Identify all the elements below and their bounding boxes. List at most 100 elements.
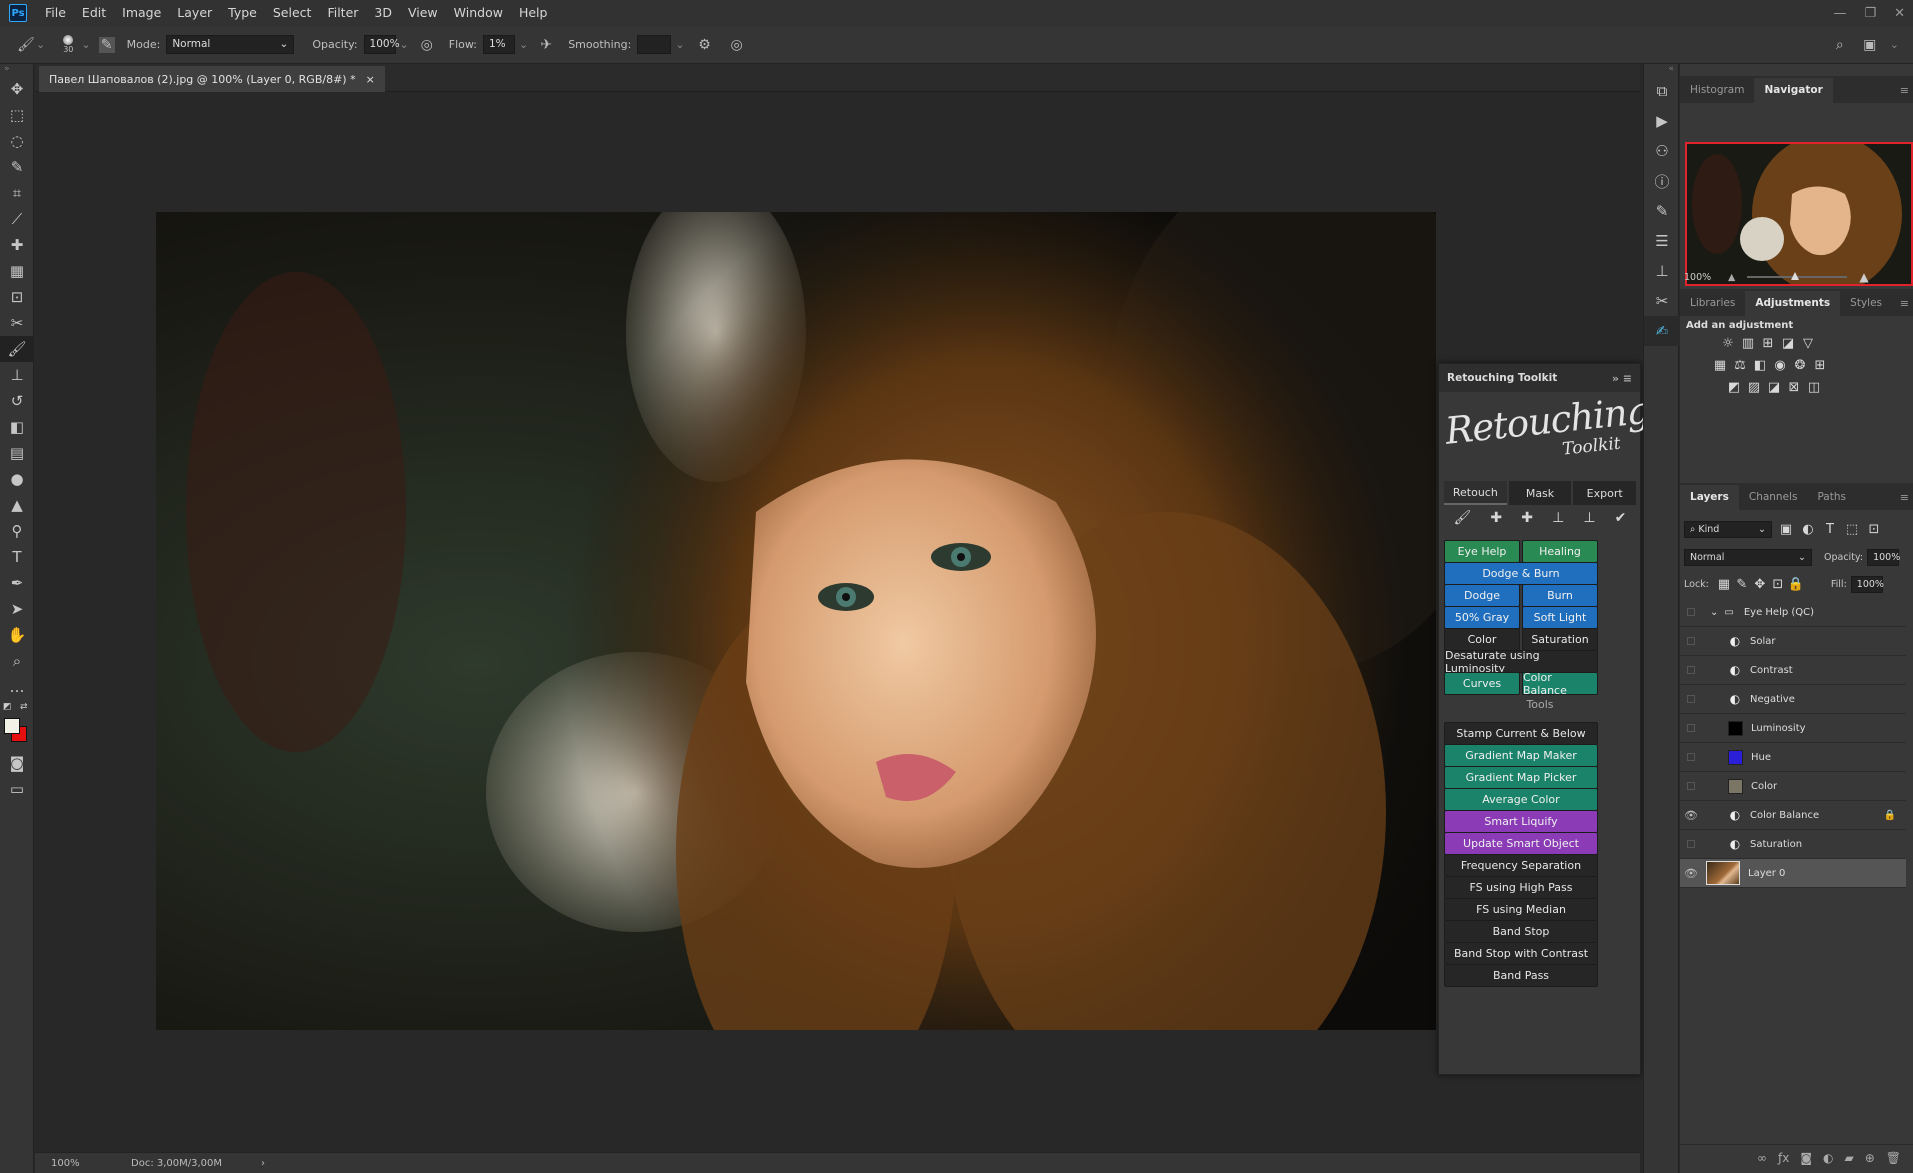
panel-menu-icon[interactable]: ≡ [1900,491,1909,504]
blend-mode-select[interactable]: Normal ⌄ [1684,548,1812,566]
smoothing-field[interactable] [637,35,672,54]
zoom-in-icon[interactable]: ▲ [1859,270,1868,284]
layer-row[interactable]: ◐ Contrast [1680,656,1906,685]
tab-paths[interactable]: Paths [1807,485,1856,510]
chevron-down-icon[interactable]: ⌄ [36,38,45,51]
path-selection-tool-icon[interactable]: ➤ [0,596,34,622]
opacity-field[interactable]: 100% [363,35,400,54]
move-tool-icon[interactable]: ✥ [0,76,34,102]
menu-layer[interactable]: Layer [169,0,220,26]
menu-image[interactable]: Image [114,0,169,26]
brush-icon[interactable]: 🖌 [1454,510,1472,532]
tool-presets-icon[interactable]: ✂ [1644,286,1680,316]
brush-settings-icon[interactable]: ☰ [1644,226,1680,256]
lock-pixels-icon[interactable]: ✎ [1733,575,1751,593]
gray50-button[interactable]: 50% Gray [1444,606,1520,629]
menu-help[interactable]: Help [511,0,556,26]
tool-band-stop-button[interactable]: Band Stop [1444,920,1598,943]
lock-all-icon[interactable]: 🔒 [1787,575,1805,593]
eye-icon[interactable]: 👁 [1680,809,1702,822]
close-window-icon[interactable]: ✕ [1894,6,1905,21]
collapse-arrows-icon[interactable]: » [0,64,33,76]
tab-styles[interactable]: Styles [1840,291,1892,316]
healing-brush-tool-icon[interactable]: ✚ [0,232,34,258]
lock-artboard-icon[interactable]: ⊡ [1769,575,1787,593]
pressure-opacity-icon[interactable]: ◎ [417,35,437,55]
clone-stamp-tool-icon[interactable]: ⊥ [0,362,34,388]
healing-icon[interactable]: ✚ [1490,510,1502,532]
tool-band-stop-with-contrast-button[interactable]: Band Stop with Contrast [1444,942,1598,965]
fill-field[interactable]: 100% [1850,575,1884,593]
history-icon[interactable]: ⧉ [1644,76,1680,106]
retouching-toolkit-icon[interactable]: ✍ [1644,316,1680,346]
navigator-zoom-slider[interactable] [1747,272,1848,280]
eye-icon[interactable]: 👁 [1680,867,1702,880]
content-aware-tool-icon[interactable]: ⊡ [0,284,34,310]
chevron-down-icon[interactable]: ⌄ [675,38,684,51]
visibility-toggle[interactable] [1680,664,1702,677]
checkmark-brush-icon[interactable]: ✔ [1615,510,1627,532]
dodge-button[interactable]: Dodge [1444,584,1520,607]
eyedropper-tool-icon[interactable]: ⟋ [0,206,34,232]
vibrance-icon[interactable]: ▽ [1798,334,1818,352]
color-balance-button[interactable]: Color Balance [1522,671,1598,697]
tab-histogram[interactable]: Histogram [1680,78,1754,103]
default-colors-icon[interactable]: ◩ [3,702,12,712]
info-icon[interactable]: ⓘ [1644,166,1680,196]
mode-select[interactable]: Normal ⌄ [166,35,295,54]
quick-mask-icon[interactable]: ◙ [0,750,34,776]
more-tools-icon[interactable]: … [0,674,34,700]
tool-smart-liquify-button[interactable]: Smart Liquify [1444,810,1598,833]
pressure-size-icon[interactable]: ◎ [727,35,747,55]
visibility-toggle[interactable] [1680,780,1702,793]
panel-menu-icon[interactable]: ≡ [1900,84,1909,97]
restore-icon[interactable]: ❐ [1864,6,1876,21]
stamp-alt-icon[interactable]: ⊥ [1583,510,1595,532]
tool-fs-using-high-pass-button[interactable]: FS using High Pass [1444,876,1598,899]
visibility-toggle[interactable] [1680,693,1702,706]
document-tab[interactable]: Павел Шаповалов (2).jpg @ 100% (Layer 0,… [39,66,385,92]
menu-edit[interactable]: Edit [74,0,114,26]
sharpen-tool-icon[interactable]: ▲ [0,492,34,518]
color-balance-icon[interactable]: ⚖ [1730,356,1750,374]
tool-update-smart-object-button[interactable]: Update Smart Object [1444,832,1598,855]
black-white-icon[interactable]: ◧ [1750,356,1770,374]
foreground-color-swatch[interactable] [4,718,20,734]
healing-button[interactable]: Healing [1522,540,1598,563]
history-brush-tool-icon[interactable]: ↺ [0,388,34,414]
status-menu-arrow-icon[interactable]: › [261,1158,265,1169]
layer-row[interactable]: ⌄ ▭ Eye Help (QC) [1680,598,1906,627]
zoom-level[interactable]: 100% [51,1158,131,1169]
menu-view[interactable]: View [400,0,446,26]
menu-select[interactable]: Select [265,0,320,26]
quick-select-tool-icon[interactable]: ✎ [0,154,34,180]
workspace-icon[interactable]: ▣ [1860,35,1880,55]
swap-colors-icon[interactable]: ⇄ [20,702,28,712]
navigator-thumbnail[interactable] [1685,142,1913,286]
filter-type-icon[interactable]: T [1822,520,1838,538]
screen-mode-icon[interactable]: ▭ [0,776,34,802]
crop-tool-icon[interactable]: ⌗ [0,180,34,206]
chevron-down-icon[interactable]: ⌄ [1890,38,1899,51]
menu-3d[interactable]: 3D [366,0,400,26]
eraser-tool-icon[interactable]: ◧ [0,414,34,440]
close-tab-icon[interactable]: × [366,73,375,86]
burn-button[interactable]: Burn [1522,584,1598,607]
layer-row[interactable]: Color [1680,772,1906,801]
levels-icon[interactable]: ▥ [1738,334,1758,352]
canvas-photo[interactable] [156,212,1436,1030]
tab-libraries[interactable]: Libraries [1680,291,1745,316]
chevron-down-icon[interactable]: ⌄ [400,38,409,51]
tool-fs-using-median-button[interactable]: FS using Median [1444,898,1598,921]
collapse-arrows-icon[interactable]: « [1644,64,1678,76]
marquee-tool-icon[interactable]: ⬚ [0,102,34,128]
tool-gradient-map-picker-button[interactable]: Gradient Map Picker [1444,766,1598,789]
layer-opacity-field[interactable]: 100% [1867,548,1900,566]
brush-tool-icon[interactable]: 🖌 [16,35,36,55]
layer-row[interactable]: ◐ Saturation [1680,830,1906,859]
visibility-toggle[interactable] [1680,606,1702,619]
layer-row[interactable]: 👁 Layer 0 [1680,859,1906,888]
type-tool-icon[interactable]: T [0,544,34,570]
curves-button[interactable]: Curves [1444,672,1520,695]
patch-icon[interactable]: ✚ [1521,510,1533,532]
